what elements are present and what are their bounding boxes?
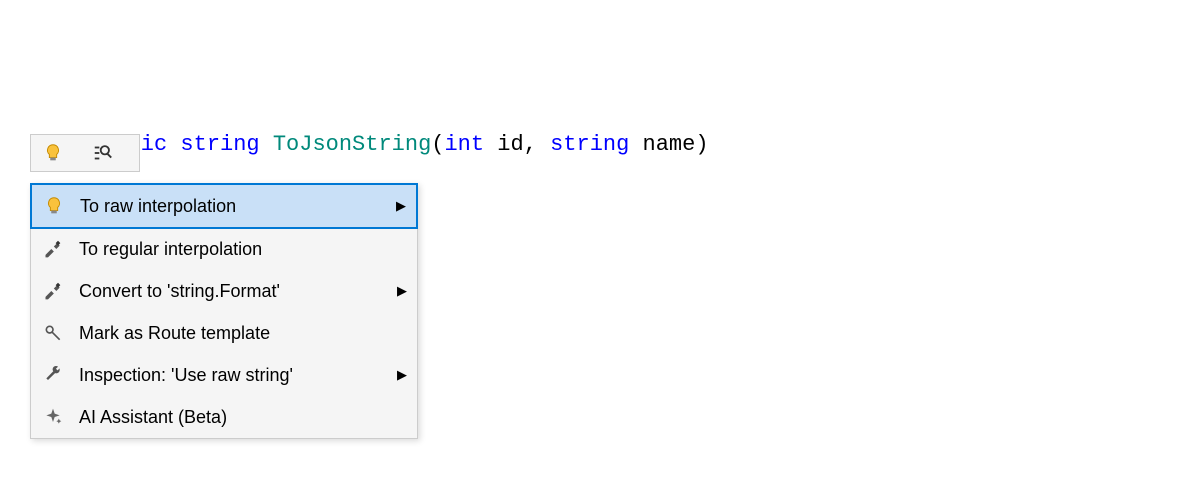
menu-item-mark-route-template[interactable]: Mark as Route template xyxy=(31,312,417,354)
menu-item-raw-interpolation[interactable]: To raw interpolation ▶ xyxy=(30,183,418,229)
search-icon[interactable] xyxy=(91,141,115,165)
menu-label: AI Assistant (Beta) xyxy=(79,407,407,428)
menu-label: Convert to 'string.Format' xyxy=(79,281,389,302)
menu-label: To regular interpolation xyxy=(79,239,407,260)
menu-item-convert-string-format[interactable]: Convert to 'string.Format' ▶ xyxy=(31,270,417,312)
sparkle-icon xyxy=(41,405,65,429)
menu-label: Mark as Route template xyxy=(79,323,407,344)
bulb-icon[interactable] xyxy=(41,141,65,165)
menu-item-regular-interpolation[interactable]: To regular interpolation xyxy=(31,228,417,270)
lparen: ( xyxy=(431,132,444,157)
param-name: name xyxy=(629,132,695,157)
menu-label: Inspection: 'Use raw string' xyxy=(79,365,389,386)
menu-item-inspection-raw-string[interactable]: Inspection: 'Use raw string' ▶ xyxy=(31,354,417,396)
quick-actions-menu[interactable]: To raw interpolation ▶ To regular interp… xyxy=(30,183,418,439)
bulb-icon xyxy=(42,194,66,218)
quick-action-bar[interactable] xyxy=(30,134,140,172)
menu-label: To raw interpolation xyxy=(80,196,388,217)
method-name: ToJsonString xyxy=(273,132,431,157)
menu-item-ai-assistant[interactable]: AI Assistant (Beta) xyxy=(31,396,417,438)
param-id: id xyxy=(484,132,524,157)
rparen: ) xyxy=(695,132,708,157)
keyword-int: int xyxy=(444,132,484,157)
chevron-right-icon: ▶ xyxy=(397,367,407,383)
keyword-string: string xyxy=(180,132,259,157)
wrench-icon xyxy=(41,363,65,387)
keyword-string-2: string xyxy=(550,132,629,157)
hammer-icon xyxy=(41,279,65,303)
chevron-right-icon: ▶ xyxy=(396,198,406,214)
code-line-1: public string ToJsonString(int id, strin… xyxy=(88,130,709,160)
chevron-right-icon: ▶ xyxy=(397,283,407,299)
comma: , xyxy=(524,132,550,157)
hammer-icon xyxy=(41,237,65,261)
pin-icon xyxy=(41,321,65,345)
